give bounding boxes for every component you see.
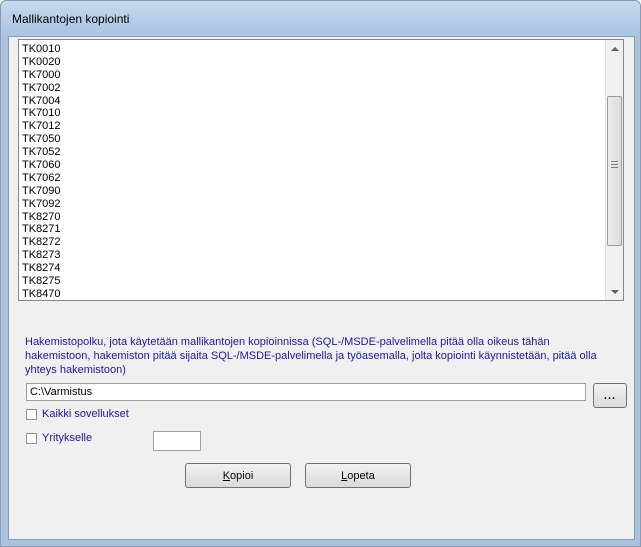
list-item[interactable]: TK7092 (22, 198, 602, 211)
quit-button[interactable]: Lopeta (305, 463, 411, 488)
arrow-up-icon (610, 46, 619, 51)
dialog-client-area: TK0010 TK0020 TK7000 TK7002 TK7004 TK7010 TK70… (8, 36, 635, 540)
list-item[interactable]: TK7050 (22, 133, 602, 146)
list-item[interactable]: TK8270 (22, 211, 602, 224)
list-item[interactable]: TK8273 (22, 249, 602, 262)
vertical-scrollbar[interactable] (605, 40, 623, 300)
copy-button[interactable]: Kopioi (185, 463, 291, 488)
database-listbox[interactable]: TK0010 TK0020 TK7000 TK7002 TK7004 TK7010 TK70… (18, 39, 624, 301)
database-list[interactable]: TK0010 TK0020 TK7000 TK7002 TK7004 TK7010 TK70… (22, 43, 602, 299)
title-bar[interactable]: Mallikantojen kopiointi (1, 1, 640, 36)
list-item[interactable]: TK7010 (22, 107, 602, 120)
scroll-up-button[interactable] (606, 40, 623, 57)
grip-icon (611, 167, 618, 168)
list-item[interactable]: TK7052 (22, 146, 602, 159)
list-item[interactable]: TK7004 (22, 95, 602, 108)
all-apps-label: Kaikki sovellukset (42, 408, 129, 420)
list-item[interactable]: TK7002 (22, 82, 602, 95)
window-title: Mallikantojen kopiointi (12, 12, 130, 26)
company-label: Yritykselle (42, 432, 93, 444)
list-item[interactable]: TK0020 (22, 56, 602, 69)
copy-mnemonic: K (222, 469, 231, 482)
browse-button[interactable]: ... (593, 383, 627, 408)
scroll-thumb[interactable] (607, 96, 622, 246)
list-item[interactable]: TK7012 (22, 120, 602, 133)
list-item[interactable]: TK7090 (22, 185, 602, 198)
list-item[interactable]: TK8470 (22, 288, 602, 299)
grip-icon (611, 161, 618, 162)
list-item[interactable]: TK8275 (22, 275, 602, 288)
list-item[interactable]: TK7060 (22, 159, 602, 172)
company-checkbox[interactable] (26, 432, 37, 444)
list-item[interactable]: TK7062 (22, 172, 602, 185)
company-input[interactable] (153, 431, 201, 451)
list-item[interactable]: TK7000 (22, 69, 602, 82)
copy-label: opioi (230, 469, 254, 482)
arrow-down-icon (610, 289, 619, 294)
company-option[interactable]: Yritykselle (26, 432, 92, 444)
list-item[interactable]: TK8274 (22, 262, 602, 275)
list-item[interactable]: TK8271 (22, 223, 602, 236)
list-item[interactable]: TK0010 (22, 43, 602, 56)
scroll-down-button[interactable] (606, 283, 623, 300)
quit-label: opeta (347, 469, 375, 482)
path-description: Hakemistopolku, jota käytetään mallikant… (25, 336, 597, 376)
dialog-window: Mallikantojen kopiointi TK0010 TK0020 TK70… (0, 0, 641, 547)
directory-path-input[interactable] (26, 383, 586, 401)
grip-icon (611, 164, 618, 165)
list-item[interactable]: TK8272 (22, 236, 602, 249)
all-apps-option[interactable]: Kaikki sovellukset (26, 408, 129, 420)
all-apps-checkbox[interactable] (26, 408, 37, 420)
